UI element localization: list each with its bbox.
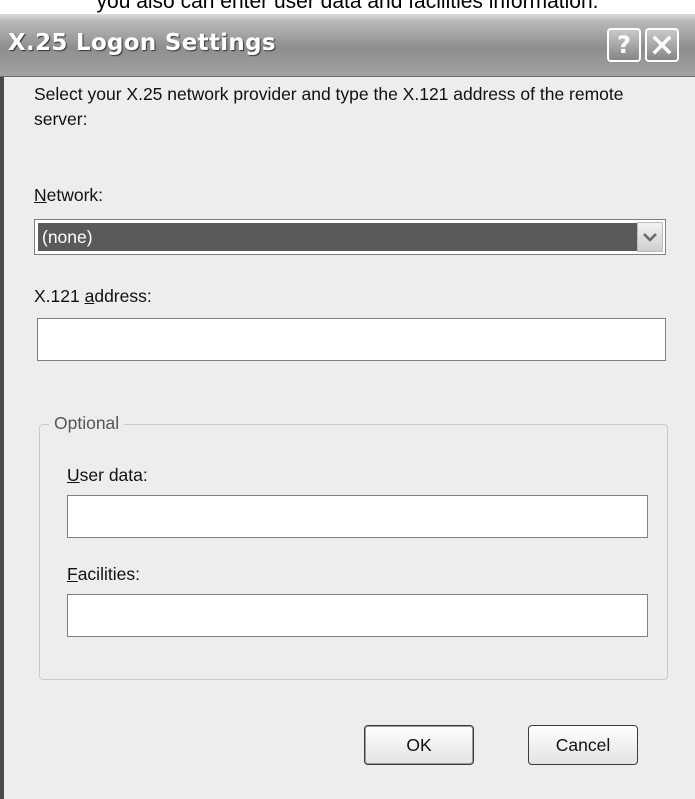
x121-address-input[interactable] [37, 318, 666, 361]
x121-address-label: X.121 address: [34, 286, 152, 307]
dropdown-arrow-button[interactable] [637, 222, 663, 252]
title-bar[interactable]: X.25 Logon Settings ? [0, 14, 695, 77]
close-icon [652, 35, 672, 55]
network-label-mnemonic: N [34, 185, 47, 205]
network-label-text: etwork: [46, 185, 104, 205]
facilities-label-mnemonic: F [67, 564, 78, 584]
optional-groupbox [39, 424, 668, 680]
help-button[interactable]: ? [607, 28, 641, 62]
x121-label-prefix: X.121 [34, 286, 85, 306]
facilities-label: Facilities: [67, 564, 140, 585]
instructions-text: Select your X.25 network provider and ty… [34, 84, 624, 129]
network-label: Network: [34, 185, 103, 206]
dialog-title: X.25 Logon Settings [8, 30, 276, 56]
x121-label-mnemonic: a [84, 286, 95, 306]
help-icon: ? [617, 31, 631, 59]
facilities-input[interactable] [67, 594, 648, 637]
user-data-label-mnemonic: U [67, 465, 80, 485]
optional-legend: Optional [49, 413, 125, 434]
user-data-input[interactable] [67, 495, 648, 538]
chevron-down-icon [643, 233, 657, 242]
facilities-label-text: acilities: [77, 564, 140, 584]
network-selected-value: (none) [38, 223, 637, 251]
close-button[interactable] [645, 28, 679, 62]
background-caption: you also can enter user data and facilit… [96, 0, 599, 13]
x121-label-text: ddress: [94, 286, 152, 306]
cancel-button[interactable]: Cancel [528, 725, 638, 765]
user-data-label: User data: [67, 465, 148, 486]
network-dropdown[interactable]: (none) [34, 219, 666, 255]
user-data-label-text: ser data: [79, 465, 148, 485]
ok-button[interactable]: OK [364, 725, 474, 765]
